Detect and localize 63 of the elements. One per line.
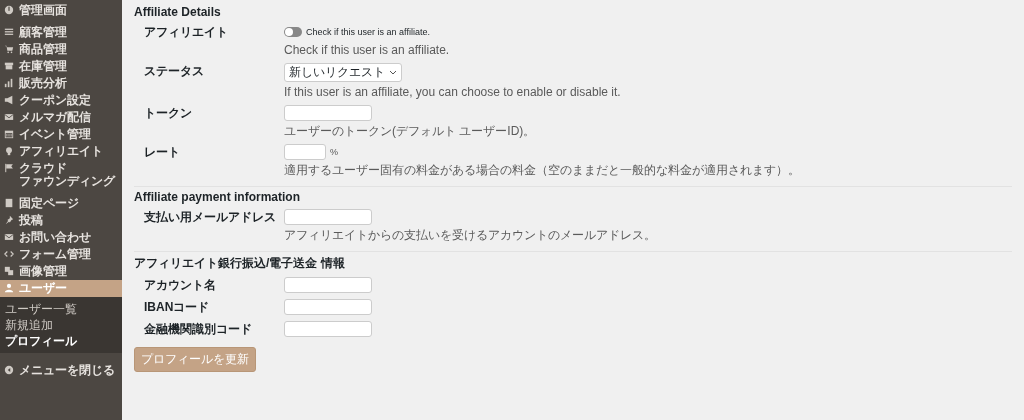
field-label: IBANコード	[143, 299, 211, 315]
menu-item[interactable]: クーポン設定	[0, 92, 122, 109]
menu-item[interactable]: 商品管理	[0, 41, 122, 58]
field-label: アフィリエイト	[143, 24, 229, 40]
menu-item[interactable]: アフィリエイト	[0, 143, 122, 160]
field-label: レート	[143, 144, 181, 160]
toggle-label: Check if this user is an affiliate.	[306, 27, 430, 37]
section-heading: Affiliate payment information	[134, 190, 301, 204]
menu-item[interactable]: 投稿	[0, 212, 122, 229]
code-icon	[4, 249, 14, 259]
bar-chart-icon	[4, 78, 14, 88]
submenu-item[interactable]: ユーザー一覧	[0, 301, 122, 317]
field-label: トークン	[143, 105, 193, 121]
submenu-item[interactable]: 新規追加	[0, 317, 122, 333]
image-icon	[4, 266, 14, 276]
field-label: 支払い用メールアドレス	[143, 209, 277, 225]
field-description: ユーザーのトークン(デフォルト ユーザーID)。	[284, 124, 536, 138]
status-dropdown[interactable]: 新しいリクエスト	[284, 63, 402, 82]
field-description: 適用するユーザー固有の料金がある場合の料金（空のままだと一般的な料金が適用されます）。	[284, 163, 800, 177]
text-field[interactable]	[284, 277, 372, 293]
calendar-icon	[4, 129, 14, 139]
menu-item[interactable]: フォーム管理	[0, 246, 122, 263]
unit-label: %	[330, 147, 338, 157]
field-description: アフィリエイトからの支払いを受けるアカウントのメールアドレス。	[284, 228, 656, 242]
field-label: 金融機関識別コード	[143, 321, 253, 337]
text-field[interactable]	[284, 105, 372, 121]
collapse-icon	[4, 365, 14, 375]
section-heading: アフィリエイト銀行振込/電子送金 情報	[134, 255, 346, 272]
field-description: Check if this user is an affiliate.	[284, 43, 450, 57]
field-label: ステータス	[143, 63, 205, 79]
menu-item[interactable]: お問い合わせ	[0, 229, 122, 246]
person-icon	[4, 283, 14, 293]
toggle-switch[interactable]	[284, 27, 302, 37]
menu-item[interactable]: クラウド ファウンディング	[0, 160, 122, 190]
list-icon	[4, 27, 14, 37]
store-icon	[4, 61, 14, 71]
gauge-icon	[4, 5, 14, 15]
pushpin-icon	[4, 215, 14, 225]
lightbulb-icon	[4, 146, 14, 156]
menu-item[interactable]: メルマガ配信	[0, 109, 122, 126]
menu-item[interactable]: 管理画面	[0, 2, 122, 19]
cart-icon	[4, 44, 14, 54]
menu-item[interactable]: イベント管理	[0, 126, 122, 143]
submenu-item[interactable]: プロフィール	[0, 333, 122, 349]
page-icon	[4, 198, 14, 208]
field-description: If this user is an affiliate, you can choose to enable or disable it.	[284, 85, 621, 99]
menu-item[interactable]: 画像管理	[0, 263, 122, 280]
menu-item[interactable]: 販売分析	[0, 75, 122, 92]
text-field[interactable]	[284, 209, 372, 225]
flag-icon	[4, 163, 14, 173]
menu-item[interactable]: 固定ページ	[0, 195, 122, 212]
envelope-icon	[4, 232, 14, 242]
text-field[interactable]	[284, 321, 372, 337]
section-heading: Affiliate Details	[134, 5, 222, 19]
chevron-down-icon	[389, 70, 397, 75]
envelope-icon	[4, 112, 14, 122]
text-field[interactable]	[284, 299, 372, 315]
collapse-menu-item[interactable]: メニューを閉じる	[0, 362, 122, 379]
menu-item[interactable]: 在庫管理	[0, 58, 122, 75]
field-label: アカウント名	[143, 277, 217, 293]
menu-item[interactable]: 顧客管理	[0, 24, 122, 41]
megaphone-icon	[4, 95, 14, 105]
text-field[interactable]	[284, 144, 326, 160]
